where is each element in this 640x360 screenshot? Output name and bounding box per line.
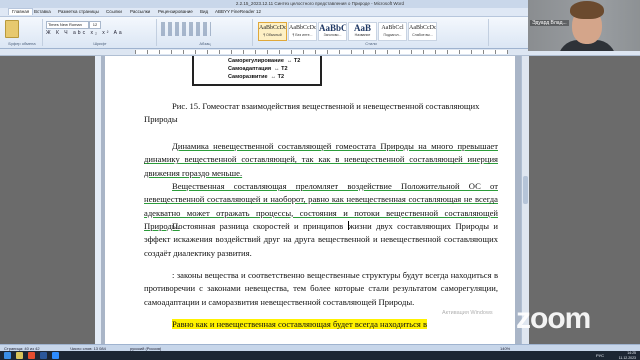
group-clipboard-label: Буфер обмена <box>8 41 36 46</box>
figure-row: Самоадаптация ↔ Т2 <box>228 66 288 72</box>
group-styles-label: Стили <box>365 41 377 46</box>
scrollbar-thumb[interactable] <box>523 176 528 204</box>
style-heading[interactable]: AaBbC Заголово... <box>318 22 347 41</box>
vertical-scrollbar[interactable] <box>521 56 529 344</box>
group-clipboard: Буфер обмена <box>2 19 43 46</box>
figure-row: Саморегулирование ↔ Т2 <box>228 58 301 64</box>
style-normal[interactable]: AaBbCcDc ¶ Обычный <box>258 22 287 41</box>
tab-insert[interactable]: Вставка <box>34 9 51 15</box>
tab-review[interactable]: Рецензирование <box>158 9 193 15</box>
tab-view[interactable]: Вид <box>200 9 208 15</box>
zoom-logo: zoom <box>516 302 591 335</box>
paragraph-laws[interactable]: : законы вещества и соответственно вещес… <box>144 269 498 309</box>
tab-mailings[interactable]: Рассылки <box>130 9 150 15</box>
style-subtle-emphasis[interactable]: AaBbCcDc Слабое вы... <box>408 22 437 41</box>
participant-name: Эдуард Влад... <box>530 20 569 26</box>
paragraph-dynamics-text: Динамика невещественной составляющей гом… <box>144 141 498 178</box>
paste-icon[interactable] <box>5 20 19 38</box>
double-arrow-icon: ↔ <box>274 66 280 72</box>
word-icon[interactable] <box>40 352 47 359</box>
participant-hair <box>570 1 604 19</box>
paragraph-difference[interactable]: Постоянная разница скоростей и принципов… <box>144 220 498 260</box>
tab-references[interactable]: Ссылки <box>106 9 122 15</box>
group-paragraph-label: Абзац <box>199 41 211 46</box>
paragraph-dynamics[interactable]: Динамика невещественной составляющей гом… <box>144 140 498 180</box>
zoom-app-icon[interactable] <box>52 352 59 359</box>
group-font-label: Шрифт <box>93 41 107 46</box>
screen: 2.2.15_2023.12.11 Синтез целостного пред… <box>0 0 640 360</box>
style-no-spacing[interactable]: AaBbCcDc ¶ Без инте... <box>288 22 317 41</box>
tab-home[interactable]: Главная <box>8 8 34 15</box>
style-subtitle[interactable]: AaBbCcl Подзагол... <box>378 22 407 41</box>
font-name-select[interactable]: Times New Roman <box>46 21 89 29</box>
activation-title: Активация Windows <box>442 310 493 316</box>
windows-activation-notice: Активация Windows <box>442 310 493 317</box>
paragraph-difference-start: Постоянная разница скоростей и принципов <box>172 221 348 231</box>
clock-date: 11.12.2023 <box>618 355 636 360</box>
highlighted-text: Равно как и невещественная составляющая … <box>172 319 428 329</box>
paragraph-buttons[interactable] <box>161 22 211 36</box>
font-size-select[interactable]: 12 <box>89 21 101 29</box>
figure-diagram: Саморегулирование ↔ Т2 Самоадаптация ↔ Т2 … <box>192 56 322 86</box>
style-title[interactable]: AaB Название <box>348 22 377 41</box>
format-buttons[interactable]: Ж К Ч abc x₂ x² Aa <box>46 30 124 36</box>
webcam-video[interactable]: Эдуард Влад... <box>528 0 640 51</box>
browser-icon[interactable] <box>28 352 35 359</box>
folder-icon[interactable] <box>16 352 23 359</box>
group-styles: AaBbCcDc ¶ Обычный AaBbCcDc ¶ Без инте... … <box>254 19 489 46</box>
ruler-scale <box>135 50 508 54</box>
input-language[interactable]: РУС <box>596 353 604 358</box>
system-clock[interactable]: 14:25 11.12.2023 <box>619 351 636 360</box>
group-paragraph: Абзац <box>158 19 253 46</box>
group-font: Times New Roman 12 Ж К Ч abc x₂ x² Aa Шр… <box>44 19 157 46</box>
tab-page-layout[interactable]: Разметка страницы <box>58 9 99 15</box>
figure-row: Саморазвитие ↔ Т2 <box>228 74 285 80</box>
double-arrow-icon: ↔ <box>286 58 293 64</box>
windows-taskbar: РУС 14:25 11.12.2023 <box>0 351 640 360</box>
tab-abbyy[interactable]: ABBYY FineReader 12 <box>215 9 261 15</box>
start-icon[interactable] <box>4 352 11 359</box>
figure-caption[interactable]: Рис. 15. Гомеостат взаимодействия вещест… <box>144 100 498 127</box>
double-arrow-icon: ↔ <box>270 74 277 80</box>
paragraph-highlighted[interactable]: Равно как и невещественная составляющая … <box>144 318 498 331</box>
